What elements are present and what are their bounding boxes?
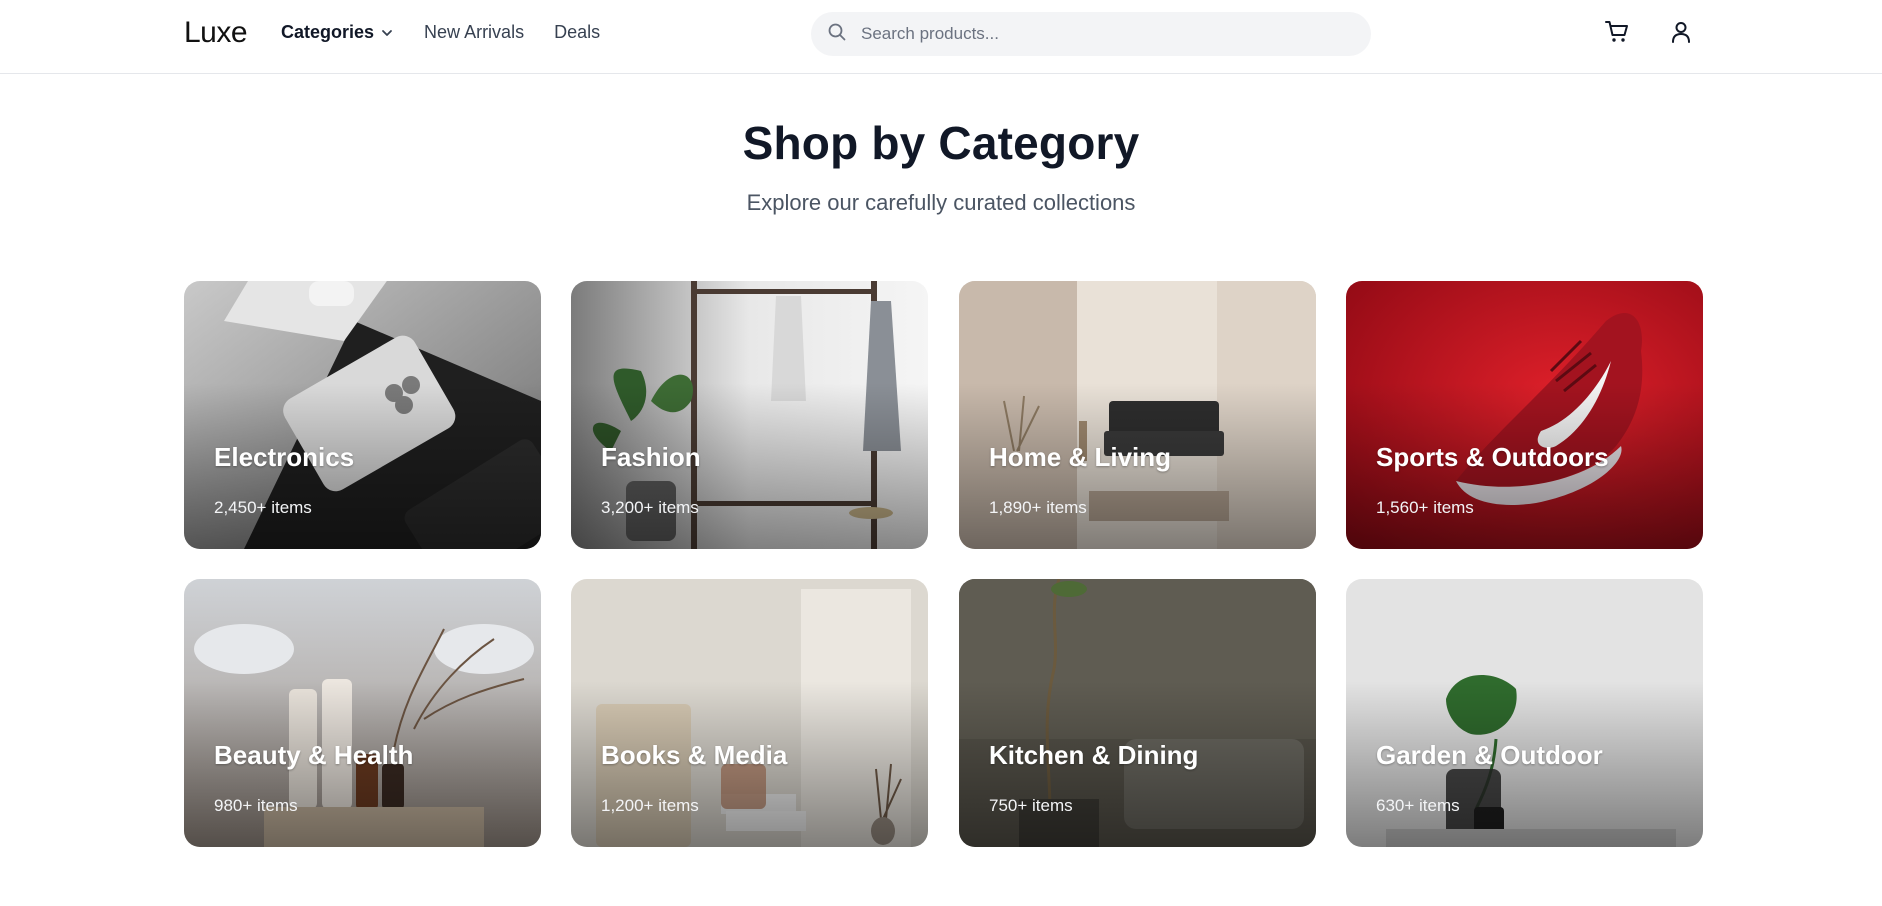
category-card-garden-outdoor[interactable]: Garden & Outdoor 630+ items bbox=[1346, 579, 1703, 847]
brand-logo[interactable]: Luxe bbox=[184, 16, 248, 50]
category-name: Books & Media bbox=[601, 740, 788, 770]
category-count: 1,200+ items bbox=[601, 796, 699, 815]
nav-categories-dropdown[interactable]: Categories bbox=[281, 22, 394, 43]
category-name: Electronics bbox=[214, 442, 355, 472]
cart-icon bbox=[1604, 19, 1630, 50]
nav-new-arrivals-link[interactable]: New Arrivals bbox=[424, 22, 524, 43]
category-card-electronics[interactable]: Electronics 2,450+ items bbox=[184, 281, 541, 549]
category-name: Fashion bbox=[601, 442, 701, 472]
category-card-fashion[interactable]: Fashion 3,200+ items bbox=[571, 281, 928, 549]
category-name: Kitchen & Dining bbox=[989, 740, 1199, 770]
category-card-books-media[interactable]: Books & Media 1,200+ items bbox=[571, 579, 928, 847]
page-title: Shop by Category bbox=[742, 117, 1140, 169]
category-card-sports-outdoors[interactable]: Sports & Outdoors 1,560+ items bbox=[1346, 281, 1703, 549]
top-navigation-bar: Luxe Categories New Arrivals Deals bbox=[0, 0, 1882, 74]
category-name: Home & Living bbox=[989, 442, 1172, 472]
category-count: 2,450+ items bbox=[214, 498, 312, 517]
account-button[interactable] bbox=[1667, 20, 1695, 48]
category-count: 1,560+ items bbox=[1376, 498, 1474, 517]
category-card-kitchen-dining[interactable]: Kitchen & Dining 750+ items bbox=[959, 579, 1316, 847]
chevron-down-icon bbox=[380, 26, 394, 40]
cart-button[interactable] bbox=[1603, 20, 1631, 48]
category-count: 980+ items bbox=[214, 796, 298, 815]
search-input[interactable] bbox=[861, 24, 1341, 44]
page-subtitle: Explore our carefully curated collection… bbox=[746, 190, 1136, 215]
search-icon bbox=[827, 22, 847, 47]
category-card-beauty-health[interactable]: Beauty & Health 980+ items bbox=[184, 579, 541, 847]
category-count: 750+ items bbox=[989, 796, 1073, 815]
category-count: 3,200+ items bbox=[601, 498, 699, 517]
category-count: 630+ items bbox=[1376, 796, 1460, 815]
category-name: Garden & Outdoor bbox=[1376, 740, 1603, 770]
category-name: Beauty & Health bbox=[214, 740, 414, 770]
nav-deals-link[interactable]: Deals bbox=[554, 22, 600, 43]
user-icon bbox=[1668, 19, 1694, 50]
category-card-home-living[interactable]: Home & Living 1,890+ items bbox=[959, 281, 1316, 549]
category-name: Sports & Outdoors bbox=[1376, 442, 1609, 472]
main-nav: Categories New Arrivals Deals bbox=[281, 22, 630, 43]
search-bar[interactable] bbox=[811, 12, 1371, 56]
category-count: 1,890+ items bbox=[989, 498, 1087, 517]
nav-categories-label: Categories bbox=[281, 22, 375, 42]
